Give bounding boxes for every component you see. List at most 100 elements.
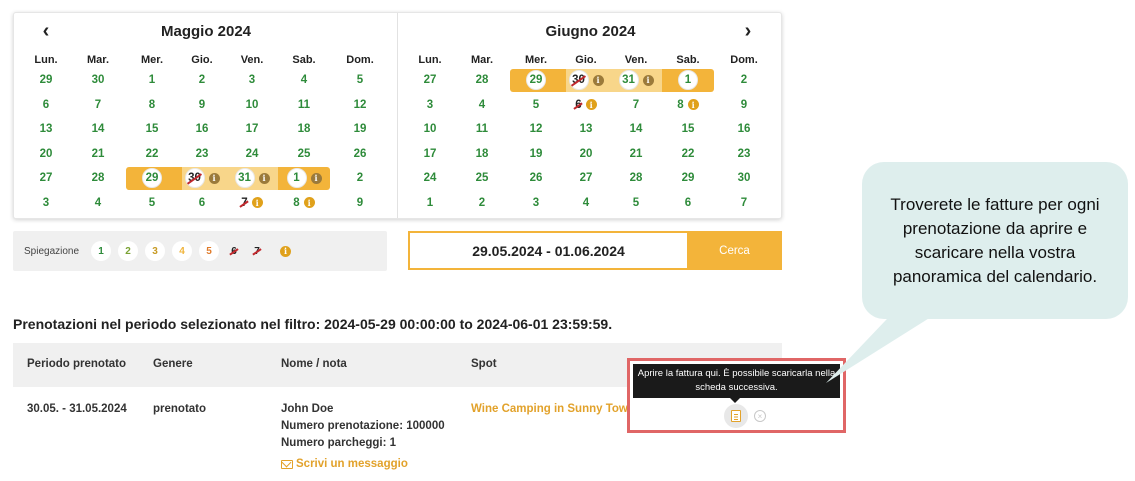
calendar-day[interactable]: 29 [510,68,562,93]
calendar-day[interactable]: 12 [334,93,386,118]
calendar-day[interactable]: 17 [404,142,456,167]
calendar-day[interactable]: 1i [278,166,330,191]
calendar-day[interactable]: 21 [610,142,662,167]
calendar-day[interactable]: 18 [456,142,508,167]
info-icon[interactable]: i [303,197,315,209]
calendar-day[interactable]: 22 [126,142,178,167]
calendar-day[interactable]: 6i [560,93,612,118]
info-icon[interactable]: i [258,172,270,184]
calendar-day[interactable]: 27 [404,68,456,93]
info-icon[interactable]: i [592,74,604,86]
calendar-day[interactable]: 3 [226,68,278,93]
write-message-link[interactable]: Scrivi un messaggio [281,458,408,470]
calendar-day[interactable]: 21 [72,142,124,167]
calendar-day[interactable]: 8i [662,93,714,118]
calendar-day[interactable]: 16 [718,117,770,142]
calendar-day[interactable]: 4 [278,68,330,93]
calendar-day[interactable]: 12 [510,117,562,142]
calendar-day[interactable]: 10 [226,93,278,118]
calendar-day[interactable]: 30 i [176,166,228,191]
calendar-day[interactable]: 2 [176,68,228,93]
info-icon[interactable]: i [585,99,597,111]
calendar-day[interactable]: 4 [456,93,508,118]
calendar-day[interactable]: 25 [456,166,508,191]
calendar-day[interactable]: 6 [662,191,714,216]
calendar-day[interactable]: 13 [560,117,612,142]
calendar-day[interactable]: 13 [20,117,72,142]
calendar-day[interactable]: 30 [72,68,124,93]
search-button[interactable]: Cerca [687,231,782,270]
calendar-day[interactable]: 29 [126,166,178,191]
calendar-day[interactable]: 3 [20,191,72,216]
info-icon[interactable]: i [310,172,322,184]
info-icon[interactable]: i [687,99,699,111]
calendar-day[interactable]: 8i [278,191,330,216]
calendar-day[interactable]: 25 [278,142,330,167]
calendar-day[interactable]: 1 [126,68,178,93]
calendar-day[interactable]: 18 [278,117,330,142]
calendar-day[interactable]: 27 [20,166,72,191]
calendar-day[interactable]: 5 [126,191,178,216]
calendar-day[interactable]: 30 [718,166,770,191]
next-month-icon[interactable]: › [738,21,758,41]
calendar-day[interactable]: 22 [662,142,714,167]
calendar-day[interactable]: 2 [718,68,770,93]
calendar-day[interactable]: 26 [334,142,386,167]
calendar-day[interactable]: 14 [72,117,124,142]
calendar-day[interactable]: 24 [404,166,456,191]
calendar-day[interactable]: 6 [176,191,228,216]
calendar-day[interactable]: 5 [334,68,386,93]
calendar-day[interactable]: 14 [610,117,662,142]
calendar-day[interactable]: 7 [72,93,124,118]
calendar-day[interactable]: 11 [456,117,508,142]
calendar-day[interactable]: 15 [662,117,714,142]
calendar-day[interactable]: 6 [20,93,72,118]
calendar-day[interactable]: 2 [456,191,508,216]
date-range-field[interactable]: 29.05.2024 - 01.06.2024 [408,231,689,270]
calendar-day[interactable]: 8 [126,93,178,118]
calendar-day[interactable]: 17 [226,117,278,142]
calendar-day[interactable]: 24 [226,142,278,167]
calendar-day[interactable]: 15 [126,117,178,142]
calendar-day[interactable]: 3 [404,93,456,118]
calendar-day[interactable]: 23 [176,142,228,167]
calendar-day[interactable]: 29 [662,166,714,191]
calendar-day[interactable]: 19 [334,117,386,142]
calendar-day[interactable]: 7i [226,191,278,216]
calendar-day[interactable]: 28 [72,166,124,191]
calendar-day[interactable]: 20 [560,142,612,167]
calendar-day[interactable]: 4 [560,191,612,216]
open-invoice-button[interactable] [724,404,748,428]
calendar-day[interactable]: 7 [610,93,662,118]
calendar-day[interactable]: 9 [176,93,228,118]
info-icon[interactable]: i [208,172,220,184]
calendar-day[interactable]: 31 i [226,166,278,191]
calendar-day[interactable]: 1 [662,68,714,93]
calendar-day[interactable]: 20 [20,142,72,167]
row-spot-link[interactable]: Wine Camping in Sunny Town [471,403,627,415]
calendar-day[interactable]: 31 i [610,68,662,93]
calendar-day[interactable]: 9 [718,93,770,118]
calendar-day[interactable]: 5 [510,93,562,118]
calendar-day[interactable]: 2 [334,166,386,191]
calendar-day[interactable]: 30 i [560,68,612,93]
calendar-day[interactable]: 9 [334,191,386,216]
info-icon[interactable]: i [251,197,263,209]
calendar-day[interactable]: 10 [404,117,456,142]
calendar-day[interactable]: 3 [510,191,562,216]
calendar-day[interactable]: 19 [510,142,562,167]
info-icon[interactable]: i [642,74,654,86]
calendar-day[interactable]: 26 [510,166,562,191]
calendar-day[interactable]: 28 [456,68,508,93]
calendar-day[interactable]: 29 [20,68,72,93]
calendar-day[interactable]: 27 [560,166,612,191]
calendar-day[interactable]: 7 [718,191,770,216]
calendar-day[interactable]: 16 [176,117,228,142]
calendar-day[interactable]: 4 [72,191,124,216]
calendar-day[interactable]: 1 [404,191,456,216]
calendar-day[interactable]: 23 [718,142,770,167]
calendar-day[interactable]: 5 [610,191,662,216]
calendar-day[interactable]: 28 [610,166,662,191]
calendar-day[interactable]: 11 [278,93,330,118]
cancel-booking-icon[interactable]: × [754,410,766,422]
